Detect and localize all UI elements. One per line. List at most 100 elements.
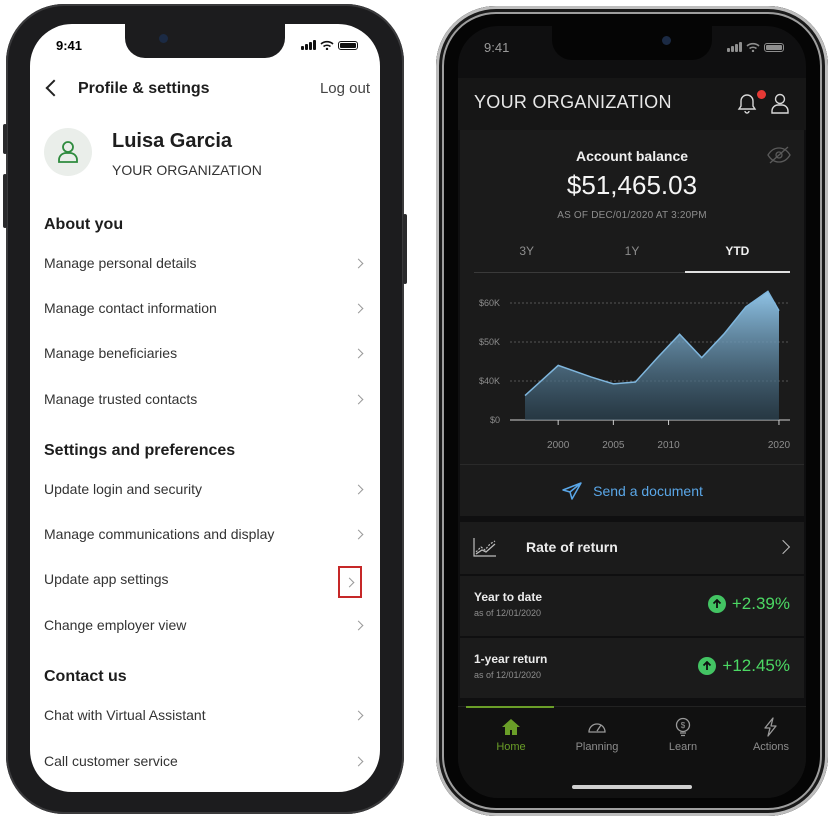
nav-learn[interactable]: $ Learn	[648, 717, 718, 753]
wifi-icon	[320, 40, 334, 50]
nav-label: Actions	[752, 741, 790, 753]
trend-chart-icon	[473, 538, 496, 557]
status-time: 9:41	[484, 40, 510, 55]
signal-icon	[301, 40, 316, 50]
x-tick-label: 2020	[768, 440, 791, 451]
menu-item-label: Call customer service	[44, 753, 178, 769]
user-icon[interactable]	[770, 92, 790, 114]
send-document-label: Send a document	[593, 483, 703, 499]
side-button	[3, 124, 7, 154]
page-title: Profile & settings	[78, 80, 210, 97]
menu-item[interactable]: Manage trusted contacts	[44, 386, 368, 412]
arrow-up-icon	[698, 657, 717, 675]
send-icon	[562, 482, 582, 500]
menu-item-label: Manage trusted contacts	[44, 391, 198, 407]
menu-item[interactable]: Update login and security	[44, 476, 368, 502]
tab-ytd[interactable]: YTD	[684, 238, 791, 273]
top-bar: YOUR ORGANIZATION	[458, 78, 806, 130]
battery-icon	[764, 43, 784, 52]
nav-actions[interactable]: Actions	[736, 717, 806, 753]
signal-icon	[727, 42, 742, 52]
chevron-right-icon	[353, 303, 364, 313]
nav-label: Home	[496, 741, 526, 753]
y-tick-label: $50K	[479, 337, 500, 347]
return-value: +2.39%	[731, 594, 790, 613]
eye-off-icon[interactable]	[766, 146, 792, 164]
lightbulb-dollar-icon: $	[675, 717, 691, 737]
return-date: as of 12/01/2020	[474, 608, 542, 618]
arrow-up-icon	[707, 595, 726, 613]
tab-1y[interactable]: 1Y	[579, 238, 684, 272]
return-date: as of 12/01/2020	[474, 670, 542, 680]
return-title: 1-year return	[474, 652, 548, 666]
bell-icon[interactable]	[736, 92, 758, 114]
chevron-right-icon	[353, 529, 364, 539]
menu-item[interactable]: Chat with Virtual Assistant	[44, 702, 368, 728]
menu-item-label: Update login and security	[44, 481, 202, 497]
return-title: Year to date	[474, 590, 543, 604]
side-button	[403, 214, 407, 284]
divider	[460, 464, 804, 465]
header: Profile & settings Log out	[30, 78, 380, 108]
organization-title: YOUR ORGANIZATION	[474, 92, 672, 112]
balance-card: Account balance $51,465.03 AS OF DEC/01/…	[460, 130, 804, 516]
chevron-right-icon	[353, 258, 364, 268]
profile-name: Luisa Garcia	[112, 130, 233, 152]
return-row-ytd: Year to date as of 12/01/2020 +2.39%	[460, 576, 804, 636]
balance-chart: $0 $40K $50K $60K 2000 2005 2010 2020	[479, 290, 791, 451]
period-tabs: 3Y 1Y YTD	[474, 238, 791, 273]
menu-item-label: Manage contact information	[44, 300, 217, 316]
logout-link[interactable]: Log out	[320, 80, 370, 97]
send-document-link[interactable]: Send a document	[460, 476, 804, 506]
menu-item[interactable]: Manage communications and display	[44, 521, 368, 547]
menu-item-label: Chat with Virtual Assistant	[44, 707, 206, 723]
menu-item-label: Manage personal details	[44, 255, 197, 271]
menu-item[interactable]: Change employer view	[44, 612, 368, 638]
nav-active-indicator	[466, 706, 554, 708]
x-tick-label: 2010	[657, 440, 680, 451]
menu-item[interactable]: Manage contact information	[44, 295, 368, 321]
menu-item[interactable]: Call customer service	[44, 748, 368, 774]
chevron-right-icon	[353, 394, 364, 404]
chevron-right-icon	[353, 710, 364, 720]
menu-item[interactable]: Manage personal details	[44, 250, 368, 276]
phone-light: 9:41 Profile & settings Log out Luisa Ga…	[3, 4, 407, 814]
nav-label: Planning	[575, 741, 619, 753]
y-tick-label: $40K	[479, 376, 500, 386]
chevron-right-icon	[353, 756, 364, 766]
chevron-right-icon	[353, 348, 364, 358]
return-row-1y: 1-year return as of 12/01/2020 +12.45%	[460, 638, 804, 698]
status-time: 9:41	[56, 38, 83, 53]
rate-of-return-label: Rate of return	[526, 539, 618, 555]
avatar	[44, 128, 92, 176]
y-tick-label: $60K	[479, 298, 500, 308]
balance-area	[525, 291, 779, 420]
home-icon	[502, 719, 520, 735]
svg-text:$: $	[681, 721, 686, 730]
notification-dot	[757, 90, 766, 99]
nav-home[interactable]: Home	[476, 717, 546, 753]
profile-card: Luisa Garcia YOUR ORGANIZATION	[44, 128, 366, 188]
back-chevron-icon[interactable]	[45, 79, 63, 97]
home-indicator	[572, 785, 692, 789]
menu-item-label: Change employer view	[44, 617, 187, 633]
x-tick-label: 2005	[602, 440, 625, 451]
tab-3y[interactable]: 3Y	[474, 238, 579, 272]
menu-item-label: Manage beneficiaries	[44, 345, 178, 361]
return-value: +12.45%	[722, 656, 790, 675]
balance-label: Account balance	[575, 148, 689, 164]
x-tick-label: 2000	[547, 440, 570, 451]
nav-planning[interactable]: Planning	[562, 717, 632, 753]
menu-item-label: Manage communications and display	[44, 526, 275, 542]
bottom-nav: Home Planning $ Learn Actions	[458, 706, 806, 798]
menu-item-highlighted[interactable]: Update app settings	[44, 566, 368, 598]
gauge-icon	[588, 723, 606, 733]
menu-item[interactable]: Manage beneficiaries	[44, 340, 368, 366]
profile-settings-screen: 9:41 Profile & settings Log out Luisa Ga…	[30, 24, 380, 792]
y-tick-label: $0	[490, 415, 500, 425]
chevron-right-icon	[344, 577, 354, 587]
section-contact: Contact us	[44, 668, 127, 685]
status-bar: 9:41	[458, 40, 806, 58]
rate-of-return-row[interactable]: Rate of return	[460, 522, 804, 574]
status-bar: 9:41	[30, 38, 380, 56]
